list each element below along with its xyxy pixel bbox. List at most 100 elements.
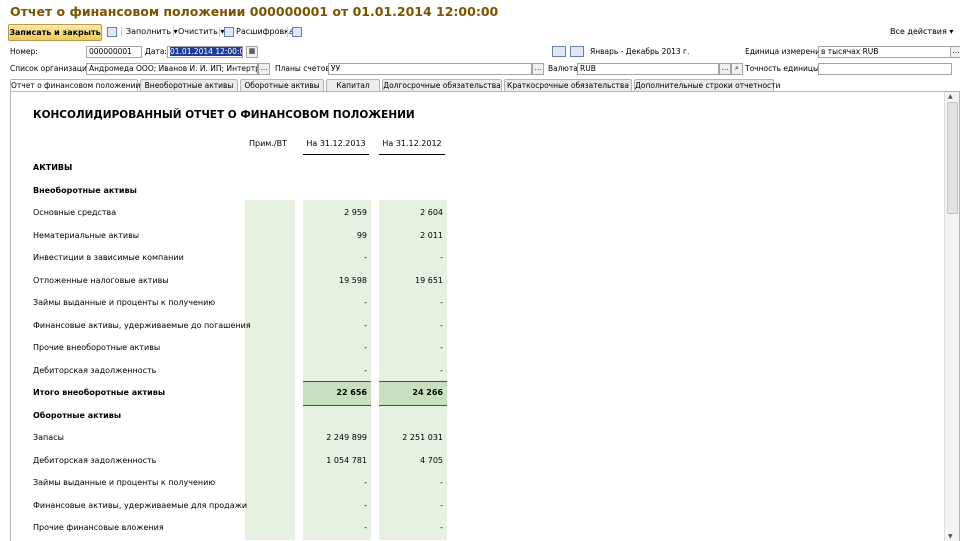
toolbar-separator [219, 27, 220, 37]
orgs-select-button[interactable]: … [258, 63, 270, 75]
value-2012[interactable]: 4 705 [383, 456, 443, 465]
row-label: Займы выданные и проценты к получению [33, 478, 216, 487]
row-label: Займы выданные и проценты к получению [33, 298, 216, 307]
calendar-icon[interactable]: ▦ [246, 46, 258, 58]
scrollbar-thumb[interactable] [947, 102, 958, 214]
settings-icon[interactable] [292, 27, 302, 37]
value-2013[interactable]: - [307, 478, 367, 487]
value-2012[interactable]: - [383, 501, 443, 510]
value-2013[interactable]: 2 959 [307, 208, 367, 217]
value-2012[interactable]: - [383, 298, 443, 307]
table-row: Прочие финансовые вложения - - [11, 522, 941, 536]
row-label: АКТИВЫ [33, 163, 73, 172]
decode-icon [224, 27, 234, 37]
value-2012[interactable]: 19 651 [383, 276, 443, 285]
row-label: Нематериальные активы [33, 231, 140, 240]
vertical-scrollbar[interactable]: ▲ ▼ [944, 92, 959, 541]
table-row: АКТИВЫ [11, 162, 941, 176]
table-row: Нематериальные активы 99 2 011 [11, 230, 941, 244]
value-2013[interactable]: - [307, 253, 367, 262]
report-panel: КОНСОЛИДИРОВАННЫЙ ОТЧЕТ О ФИНАНСОВОМ ПОЛ… [10, 91, 960, 541]
date-value: 01.01.2014 12:00:00 [170, 47, 242, 56]
accounts-label: Планы счетов: [275, 64, 333, 73]
all-actions-button[interactable]: Все действия ▾ [890, 26, 953, 38]
period-next-icon[interactable] [570, 46, 584, 57]
table-row: Финансовые активы, удерживаемые для прод… [11, 500, 941, 514]
window-title: Отчет о финансовом положении 000000001 о… [10, 4, 499, 19]
tab-current-assets[interactable]: Оборотные активы [240, 79, 324, 91]
unit-select-button[interactable]: … [950, 46, 960, 58]
value-2013[interactable]: - [307, 343, 367, 352]
value-2013[interactable]: 99 [307, 231, 367, 240]
tab-capital[interactable]: Капитал [326, 79, 380, 91]
value-2012[interactable]: - [383, 366, 443, 375]
value-2013[interactable]: 1 054 781 [307, 456, 367, 465]
clear-button[interactable]: Очистить ▾ [178, 26, 224, 38]
value-2013[interactable]: 19 598 [307, 276, 367, 285]
date-label: Дата: [145, 47, 167, 56]
row-label: Инвестиции в зависимые компании [33, 253, 184, 262]
save-close-button[interactable]: Записать и закрыть [8, 24, 102, 41]
table-row: Оборотные активы [11, 410, 941, 424]
precision-field[interactable] [818, 63, 952, 75]
row-label: Итого внеоборотные активы [33, 388, 166, 397]
report-sheet[interactable]: КОНСОЛИДИРОВАННЫЙ ОТЧЕТ О ФИНАНСОВОМ ПОЛ… [11, 92, 941, 541]
accounts-field[interactable]: УУ [328, 63, 532, 75]
value-2013[interactable]: - [307, 298, 367, 307]
value-2012[interactable]: - [383, 478, 443, 487]
precision-label: Точность единицы: [745, 64, 822, 73]
table-row: Дебиторская задолженность - - [11, 365, 941, 379]
decode-button[interactable]: Расшифровка [236, 26, 294, 38]
scroll-up-icon[interactable]: ▲ [948, 93, 953, 100]
value-2013[interactable]: 22 656 [307, 388, 367, 397]
accounts-select-button[interactable]: … [532, 63, 544, 75]
row-label: Дебиторская задолженность [33, 456, 157, 465]
scroll-down-icon[interactable]: ▼ [948, 533, 953, 540]
date-field[interactable]: 01.01.2014 12:00:00 [167, 46, 243, 58]
report-title: КОНСОЛИДИРОВАННЫЙ ОТЧЕТ О ФИНАНСОВОМ ПОЛ… [33, 109, 415, 121]
value-2012[interactable]: - [383, 253, 443, 262]
number-label: Номер: [10, 47, 38, 56]
col-header-note: Прим./ВТ [249, 139, 287, 148]
row-label: Дебиторская задолженность [33, 366, 157, 375]
toolbar-separator [287, 27, 288, 37]
search-icon[interactable]: ⌕ [731, 63, 743, 75]
value-2012[interactable]: - [383, 343, 443, 352]
table-row: Дебиторская задолженность 1 054 781 4 705 [11, 455, 941, 469]
table-row: Прочие внеоборотные активы - - [11, 342, 941, 356]
currency-select-button[interactable]: … [719, 63, 731, 75]
value-2012[interactable]: 2 011 [383, 231, 443, 240]
table-row: Итого внеоборотные активы 22 656 24 266 [11, 381, 941, 406]
value-2012[interactable]: 2 251 031 [383, 433, 443, 442]
table-row: Займы выданные и проценты к получению - - [11, 477, 941, 491]
table-row: Отложенные налоговые активы 19 598 19 651 [11, 275, 941, 289]
fill-button[interactable]: Заполнить ▾ [126, 26, 178, 38]
value-2012[interactable]: - [383, 523, 443, 532]
value-2013[interactable]: - [307, 523, 367, 532]
currency-field[interactable]: RUB [577, 63, 719, 75]
row-label: Прочие внеоборотные активы [33, 343, 161, 352]
value-2012[interactable]: 2 604 [383, 208, 443, 217]
unit-field[interactable]: в тысячах RUB [818, 46, 952, 58]
tab-noncurrent-assets[interactable]: Внеоборотные активы [140, 79, 238, 91]
table-row: Займы выданные и проценты к получению - - [11, 297, 941, 311]
value-2012[interactable]: 24 266 [383, 388, 443, 397]
dropdown-arrow-icon: ▾ [949, 27, 954, 36]
value-2013[interactable]: - [307, 501, 367, 510]
unit-label: Единица измерения: [745, 47, 827, 56]
row-label: Оборотные активы [33, 411, 122, 420]
value-2013[interactable]: - [307, 366, 367, 375]
tab-additional-lines[interactable]: Дополнительные строки отчетности [634, 79, 780, 91]
number-field[interactable]: 000000001 [86, 46, 142, 58]
table-row: Финансовые активы, удерживаемые до погаш… [11, 320, 941, 334]
tab-shortterm-liabilities[interactable]: Краткосрочные обязательства [504, 79, 632, 91]
value-2012[interactable]: - [383, 321, 443, 330]
toolbar: Записать и закрыть Заполнить ▾ Очистить … [8, 24, 958, 41]
tab-longterm-liabilities[interactable]: Долгосрочные обязательства [382, 79, 502, 91]
orgs-field[interactable]: Андромеда ООО; Иванов И. И. ИП; Интертре… [86, 63, 258, 75]
value-2013[interactable]: 2 249 899 [307, 433, 367, 442]
period-prev-icon[interactable] [552, 46, 566, 57]
value-2013[interactable]: - [307, 321, 367, 330]
save-icon[interactable] [107, 27, 117, 37]
period-label: Январь - Декабрь 2013 г. [590, 47, 690, 56]
